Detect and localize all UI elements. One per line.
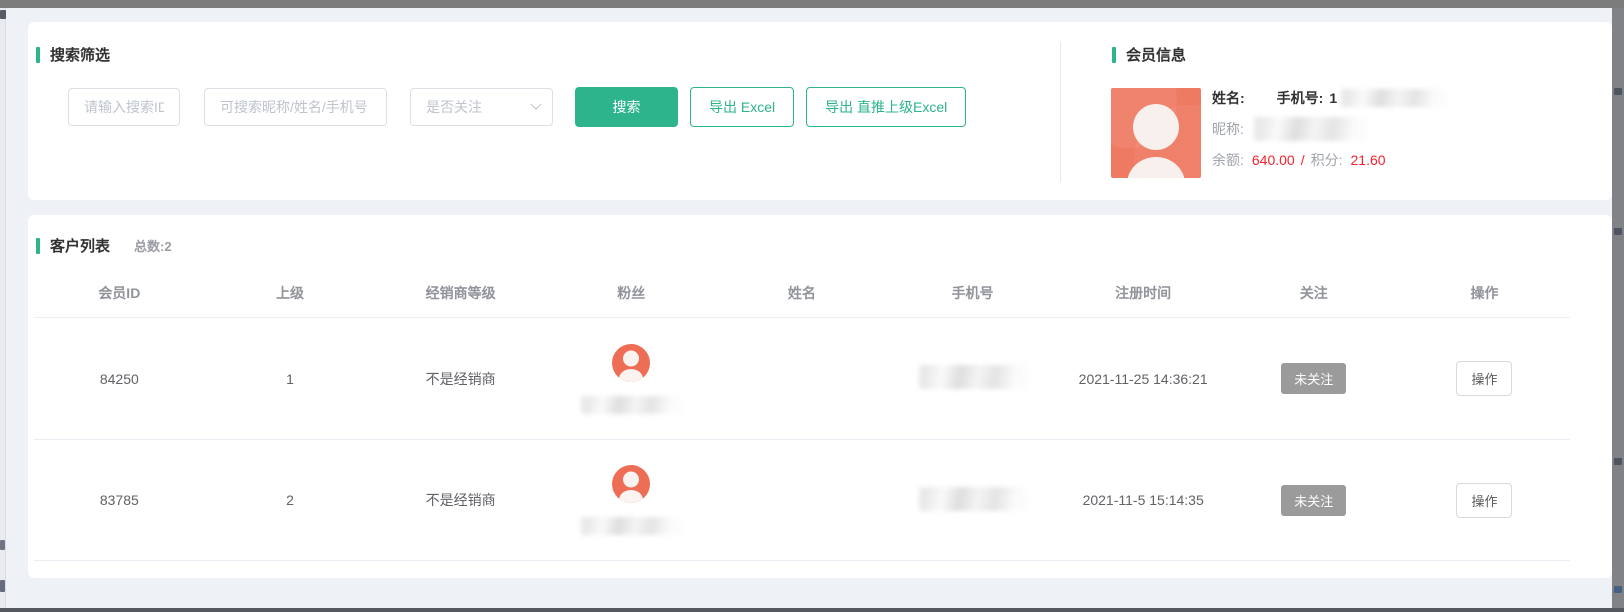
user-avatar-icon bbox=[612, 465, 650, 503]
export-excel-button[interactable]: 导出 Excel bbox=[690, 87, 794, 127]
phone-label: 手机号: bbox=[1277, 88, 1324, 108]
window-left-edge bbox=[0, 8, 6, 612]
col-header-register-time: 注册时间 bbox=[1058, 283, 1229, 303]
cell-action: 操作 bbox=[1399, 361, 1570, 396]
member-name-phone-line: 姓名: 手机号: 1 bbox=[1212, 88, 1446, 108]
customer-list-header: 客户列表 总数:2 bbox=[36, 235, 172, 256]
user-avatar-icon bbox=[612, 344, 650, 382]
cell-dealer-level: 不是经销商 bbox=[375, 490, 546, 510]
col-header-superior: 上级 bbox=[205, 283, 376, 303]
customer-list-title: 客户列表 bbox=[36, 235, 110, 256]
cell-register-time: 2021-11-25 14:36:21 bbox=[1058, 371, 1229, 387]
col-header-phone: 手机号 bbox=[887, 283, 1058, 303]
title-accent-bar bbox=[36, 47, 40, 63]
redacted-nickname-value bbox=[1254, 117, 1366, 141]
window-top-edge bbox=[0, 0, 1624, 8]
redacted-fan-name bbox=[581, 396, 681, 414]
user-avatar-icon bbox=[1111, 88, 1201, 178]
cell-fans bbox=[546, 344, 717, 414]
member-info-title: 会员信息 bbox=[1112, 44, 1186, 65]
search-id-input[interactable] bbox=[68, 88, 180, 126]
col-header-follow: 关注 bbox=[1228, 283, 1399, 303]
cell-follow: 未关注 bbox=[1228, 363, 1399, 394]
table-header-row: 会员ID 上级 经销商等级 粉丝 姓名 手机号 注册时间 关注 操作 bbox=[34, 269, 1570, 317]
row-action-button[interactable]: 操作 bbox=[1456, 483, 1512, 518]
follow-status-badge: 未关注 bbox=[1281, 363, 1346, 394]
balance-value: 640.00 bbox=[1252, 152, 1295, 168]
cell-superior: 2 bbox=[205, 492, 376, 508]
title-accent-bar bbox=[1112, 47, 1116, 63]
window-edge-artifact bbox=[0, 540, 5, 550]
table-row: 84250 1 不是经销商 bbox=[34, 317, 1570, 439]
window-edge-artifact bbox=[1614, 228, 1622, 235]
window-edge-artifact bbox=[1614, 458, 1622, 465]
col-header-action: 操作 bbox=[1399, 283, 1570, 303]
cell-member-id: 84250 bbox=[34, 371, 205, 387]
chevron-down-icon bbox=[530, 99, 541, 110]
customer-list-title-label: 客户列表 bbox=[50, 235, 110, 256]
window-edge-artifact bbox=[1614, 586, 1622, 593]
cell-member-id: 83785 bbox=[34, 492, 205, 508]
points-label: 积分: bbox=[1311, 150, 1343, 170]
cell-follow: 未关注 bbox=[1228, 485, 1399, 516]
member-nickname-line: 昵称: bbox=[1212, 119, 1446, 139]
member-avatar bbox=[1111, 88, 1201, 178]
search-and-member-card: 搜索筛选 是否关注 搜索 导出 Excel 导出 直推上级Excel 会员信息 bbox=[28, 22, 1612, 200]
points-value: 21.60 bbox=[1351, 152, 1386, 168]
fan-info bbox=[546, 465, 717, 535]
cell-phone bbox=[887, 487, 1058, 514]
window-right-edge bbox=[1612, 8, 1624, 612]
redacted-phone bbox=[919, 365, 1027, 389]
customer-list-card: 客户列表 总数:2 会员ID 上级 经销商等级 粉丝 姓名 手机号 注册时间 关… bbox=[28, 215, 1612, 578]
cell-fans bbox=[546, 465, 717, 535]
window-edge-artifact bbox=[0, 580, 5, 592]
member-balance-line: 余额: 640.00 / 积分: 21.60 bbox=[1212, 150, 1446, 170]
follow-status-select[interactable]: 是否关注 bbox=[410, 88, 553, 126]
balance-label: 余额: bbox=[1212, 150, 1244, 170]
search-form: 是否关注 搜索 导出 Excel 导出 直推上级Excel bbox=[68, 87, 978, 127]
window-edge-artifact bbox=[1614, 88, 1622, 95]
vertical-divider bbox=[1060, 42, 1061, 182]
col-header-fans: 粉丝 bbox=[546, 283, 717, 303]
customer-table: 会员ID 上级 经销商等级 粉丝 姓名 手机号 注册时间 关注 操作 84250… bbox=[34, 269, 1570, 561]
admin-screen: 搜索筛选 是否关注 搜索 导出 Excel 导出 直推上级Excel 会员信息 bbox=[0, 0, 1624, 612]
table-row: 83785 2 不是经销商 bbox=[34, 439, 1570, 561]
search-filter-title: 搜索筛选 bbox=[36, 44, 110, 65]
redacted-phone bbox=[919, 487, 1027, 511]
cell-dealer-level: 不是经销商 bbox=[375, 369, 546, 389]
member-info-title-label: 会员信息 bbox=[1126, 44, 1186, 65]
member-details: 姓名: 手机号: 1 昵称: 余额: 640.00 / 积分: 21.60 bbox=[1212, 88, 1446, 170]
title-accent-bar bbox=[36, 238, 40, 254]
col-header-name: 姓名 bbox=[717, 283, 888, 303]
fan-info bbox=[546, 344, 717, 414]
search-filter-title-label: 搜索筛选 bbox=[50, 44, 110, 65]
window-edge-artifact bbox=[0, 10, 6, 19]
cell-superior: 1 bbox=[205, 371, 376, 387]
row-action-button[interactable]: 操作 bbox=[1456, 361, 1512, 396]
window-bottom-edge bbox=[0, 608, 1624, 612]
follow-status-badge: 未关注 bbox=[1281, 485, 1346, 516]
cell-register-time: 2021-11-5 15:14:35 bbox=[1058, 492, 1229, 508]
nickname-label: 昵称: bbox=[1212, 119, 1244, 139]
fan-avatar bbox=[612, 465, 650, 503]
redacted-phone-value bbox=[1341, 89, 1446, 107]
keyword-input[interactable] bbox=[204, 88, 387, 126]
follow-status-select-value: 是否关注 bbox=[426, 97, 482, 117]
cell-action: 操作 bbox=[1399, 483, 1570, 518]
separator-slash: / bbox=[1301, 152, 1305, 168]
col-header-dealer-level: 经销商等级 bbox=[375, 283, 546, 303]
redacted-fan-name bbox=[581, 517, 681, 535]
phone-prefix: 1 bbox=[1329, 90, 1337, 106]
name-label: 姓名: bbox=[1212, 88, 1245, 108]
cell-phone bbox=[887, 365, 1058, 392]
search-button[interactable]: 搜索 bbox=[575, 87, 678, 127]
col-header-member-id: 会员ID bbox=[34, 283, 205, 303]
export-parent-excel-button[interactable]: 导出 直推上级Excel bbox=[806, 87, 966, 127]
fan-avatar bbox=[612, 344, 650, 382]
total-count-label: 总数:2 bbox=[134, 236, 172, 255]
